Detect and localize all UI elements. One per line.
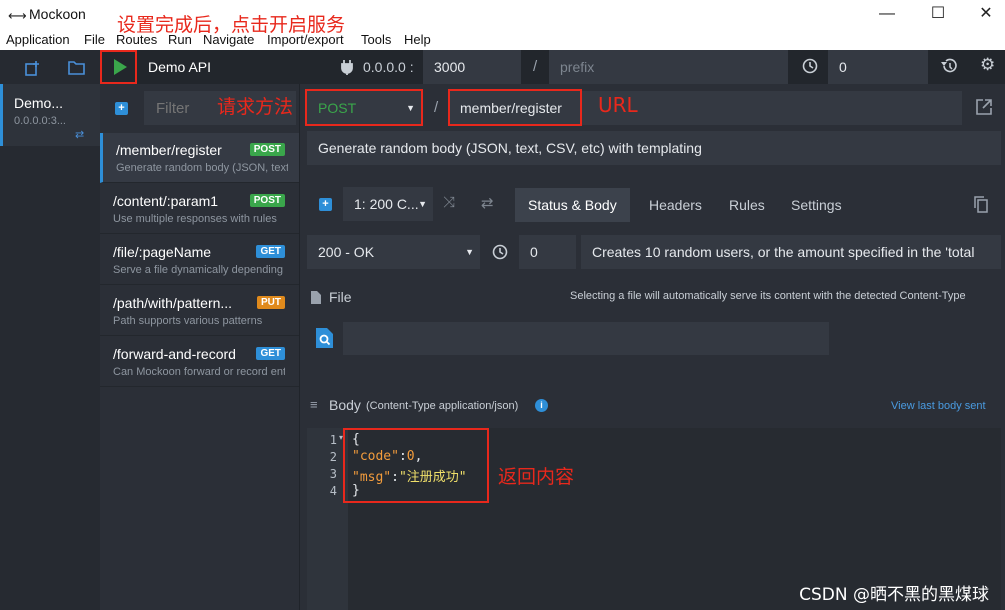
annotation-url: URL bbox=[598, 93, 638, 117]
route-description: Use multiple responses with rules bbox=[113, 213, 285, 225]
app-title: Mockoon bbox=[29, 6, 86, 22]
environment-name: Demo... bbox=[14, 95, 63, 111]
latency-clock-icon bbox=[802, 58, 818, 74]
close-button[interactable]: ✕ bbox=[976, 4, 996, 24]
method-badge: GET bbox=[256, 245, 285, 258]
status-code-select[interactable]: 200 - OK ▼ bbox=[307, 235, 480, 269]
route-path-input[interactable]: member/register bbox=[449, 91, 962, 125]
line-number: 2 bbox=[307, 450, 337, 464]
response-latency-clock-icon bbox=[492, 244, 508, 260]
route-path: /forward-and-record bbox=[113, 346, 251, 362]
route-description: Path supports various patterns bbox=[113, 315, 285, 327]
route-description-input[interactable]: Generate random body (JSON, text, CSV, e… bbox=[307, 131, 1001, 165]
caret-down-icon: ▼ bbox=[406, 91, 415, 125]
mockoon-logo-icon: ⟷ bbox=[8, 8, 25, 24]
watermark: CSDN @晒不黑的黑煤球 bbox=[799, 580, 989, 605]
method-badge: POST bbox=[250, 143, 285, 156]
file-hint: Selecting a file will automatically serv… bbox=[570, 290, 966, 302]
response-label-input[interactable]: Creates 10 random users, or the amount s… bbox=[581, 235, 1001, 269]
route-path: /content/:param1 bbox=[113, 193, 251, 209]
body-label: Body bbox=[329, 397, 361, 413]
annotation-start-server: 设置完成后，点击开启服务 bbox=[117, 10, 345, 37]
route-path: /file/:pageName bbox=[113, 244, 251, 260]
menu-help[interactable]: Help bbox=[404, 32, 431, 47]
code-line-3: "msg":"注册成功" bbox=[352, 466, 467, 485]
add-environment-icon[interactable] bbox=[25, 60, 41, 76]
method-badge: PUT bbox=[257, 296, 285, 309]
route-description: Generate random body (JSON, text, CSV, e… bbox=[116, 162, 288, 174]
annotation-request-method: 请求方法 bbox=[217, 92, 293, 119]
environment-latency-input[interactable]: 0 bbox=[828, 50, 928, 84]
path-slash: / bbox=[434, 99, 438, 116]
code-line-4: } bbox=[352, 483, 360, 498]
add-response-icon[interactable]: + bbox=[319, 198, 332, 211]
route-item-content-param[interactable]: /content/:param1 POST Use multiple respo… bbox=[100, 184, 299, 234]
caret-down-icon: ▼ bbox=[418, 187, 427, 221]
route-path: /path/with/pattern... bbox=[113, 295, 251, 311]
line-number: 3 bbox=[307, 467, 337, 481]
prefix-slash: / bbox=[533, 58, 537, 75]
environment-item[interactable]: Demo... 0.0.0.0:3... ⇄ bbox=[0, 84, 100, 146]
menu-application[interactable]: Application bbox=[6, 32, 70, 47]
code-line-1: { bbox=[352, 432, 360, 447]
port-input[interactable]: 3000 bbox=[423, 50, 521, 84]
environment-title[interactable]: Demo API bbox=[148, 59, 211, 75]
file-path-input[interactable] bbox=[343, 322, 829, 355]
route-item-file-pagename[interactable]: /file/:pageName GET Serve a file dynamic… bbox=[100, 235, 299, 285]
prefix-input[interactable]: prefix bbox=[549, 50, 788, 84]
route-path: /member/register bbox=[116, 142, 254, 158]
annotation-response-content: 返回内容 bbox=[498, 462, 574, 489]
line-number: 1 bbox=[307, 433, 337, 447]
open-folder-icon[interactable] bbox=[68, 60, 85, 75]
status-code-value: 200 - OK bbox=[318, 244, 374, 260]
menu-file[interactable]: File bbox=[84, 32, 105, 47]
route-item-path-with-pattern[interactable]: /path/with/pattern... PUT Path supports … bbox=[100, 286, 299, 336]
plug-icon bbox=[340, 59, 354, 75]
file-search-icon[interactable] bbox=[315, 327, 335, 349]
sync-icon: ⇄ bbox=[75, 128, 84, 141]
route-description: Can Mockoon forward or record entering r… bbox=[113, 366, 285, 378]
external-link-icon[interactable] bbox=[975, 98, 993, 116]
info-icon[interactable]: i bbox=[535, 399, 548, 412]
response-selector-value: 1: 200 C... bbox=[354, 196, 419, 212]
settings-gear-icon[interactable]: ⚙ bbox=[980, 55, 995, 75]
code-line-2: "code":0, bbox=[352, 449, 422, 464]
copy-icon[interactable] bbox=[974, 196, 988, 213]
view-last-body-link[interactable]: View last body sent bbox=[891, 400, 986, 412]
menu-tools[interactable]: Tools bbox=[361, 32, 391, 47]
environment-address: 0.0.0.0:3... bbox=[14, 115, 66, 127]
method-select[interactable]: POST ▼ bbox=[307, 91, 421, 125]
method-select-value: POST bbox=[318, 100, 356, 116]
host-label: 0.0.0.0 : bbox=[363, 59, 414, 75]
file-label: File bbox=[329, 289, 352, 305]
method-badge: GET bbox=[256, 347, 285, 360]
history-icon[interactable] bbox=[940, 58, 958, 74]
body-content-type: (Content-Type application/json) bbox=[366, 400, 518, 412]
route-description: Serve a file dynamically depending on th… bbox=[113, 264, 285, 276]
tab-rules[interactable]: Rules bbox=[716, 188, 778, 222]
sequential-response-icon[interactable]: ⇄ bbox=[481, 194, 494, 212]
line-number: 4 bbox=[307, 484, 337, 498]
tab-status-body[interactable]: Status & Body bbox=[515, 188, 630, 222]
fold-icon[interactable]: ▾ bbox=[339, 433, 343, 442]
random-response-icon[interactable]: ⤨ bbox=[443, 194, 455, 211]
response-selector[interactable]: 1: 200 C... ▼ bbox=[343, 187, 433, 221]
minimize-button[interactable]: — bbox=[877, 4, 897, 24]
route-item-forward-and-record[interactable]: /forward-and-record GET Can Mockoon forw… bbox=[100, 337, 299, 387]
maximize-button[interactable]: ☐ bbox=[928, 4, 948, 24]
caret-down-icon: ▼ bbox=[465, 235, 474, 269]
response-latency-input[interactable]: 0 bbox=[519, 235, 576, 269]
route-item-member-register[interactable]: /member/register POST Generate random bo… bbox=[100, 133, 299, 183]
body-lines-icon: ≡ bbox=[310, 397, 318, 412]
file-icon bbox=[310, 290, 322, 305]
tab-settings[interactable]: Settings bbox=[778, 188, 855, 222]
start-server-icon[interactable] bbox=[112, 58, 128, 76]
tab-headers[interactable]: Headers bbox=[636, 188, 715, 222]
add-route-icon[interactable]: + bbox=[115, 102, 128, 115]
method-badge: POST bbox=[250, 194, 285, 207]
